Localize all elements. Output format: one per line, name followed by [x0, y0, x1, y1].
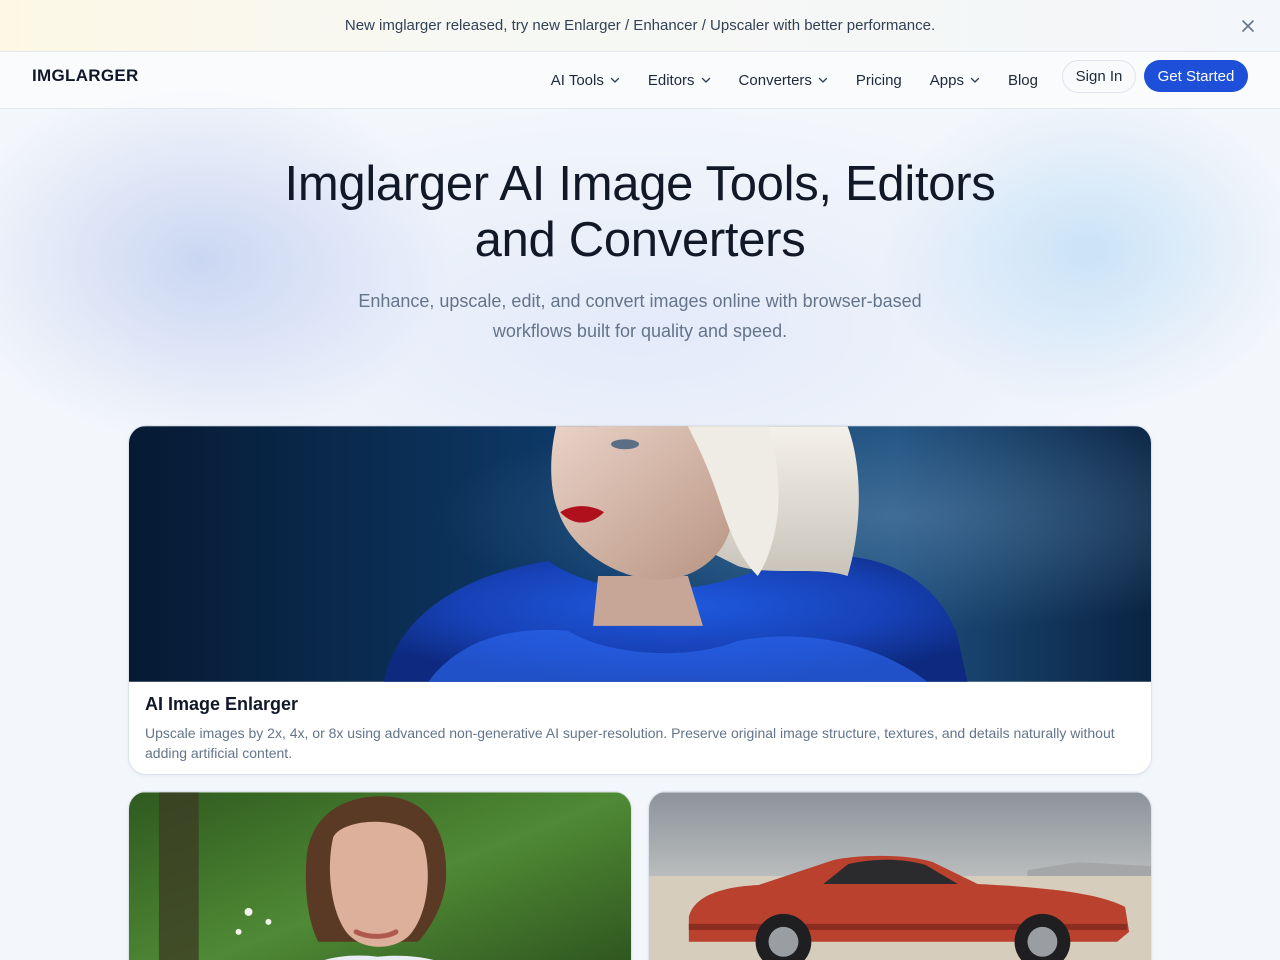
nav-item-converters[interactable]: Converters [739, 72, 828, 89]
card-image-woman-portrait [129, 792, 631, 960]
nav-item-label: Editors [647, 71, 695, 89]
card-image-red-car [649, 792, 1151, 960]
get-started-button[interactable]: Get Started [1144, 60, 1248, 92]
nav-links: AI Tools Editors Converters Pricing Apps… [551, 52, 1038, 108]
card-title: AI Image Enlarger [145, 694, 299, 714]
nav-item-pricing[interactable]: Pricing [856, 72, 902, 89]
page-title-line-1: Imglarger AI Image Tools, Editors [284, 157, 996, 211]
close-icon[interactable] [1238, 16, 1258, 36]
chevron-down-icon [970, 75, 980, 85]
nav-item-label: Converters [738, 71, 812, 89]
announcement-bar: New imglarger released, try new Enlarger… [0, 0, 1280, 52]
chevron-down-icon [818, 75, 828, 85]
tool-card-3[interactable] [648, 791, 1152, 960]
sign-in-button[interactable]: Sign In [1062, 60, 1136, 93]
nav-item-editors[interactable]: Editors [648, 72, 711, 89]
nav-item-blog[interactable]: Blog [1008, 72, 1038, 89]
page-title: Imglarger AI Image Tools, Editors and Co… [240, 156, 1040, 268]
nav-item-label: AI Tools [550, 71, 604, 89]
page: New imglarger released, try new Enlarger… [0, 0, 1280, 960]
nav-item-ai-tools[interactable]: AI Tools [551, 72, 620, 89]
nav-item-label: Blog [1007, 71, 1038, 89]
chevron-down-icon [610, 75, 620, 85]
tool-card-2[interactable] [128, 791, 632, 960]
chevron-down-icon [701, 75, 711, 85]
top-nav: IMGLARGER AI Tools Editors Converters Pr… [0, 52, 1280, 109]
card-image-portrait [129, 426, 1151, 682]
page-title-line-2: and Converters [474, 213, 806, 267]
nav-item-label: Pricing [855, 71, 902, 89]
nav-item-apps[interactable]: Apps [930, 72, 980, 89]
tool-card-ai-image-enlarger[interactable]: AI Image Enlarger Upscale images by 2x, … [128, 425, 1152, 775]
page-subtitle-line-1: Enhance, upscale, edit, and convert imag… [358, 291, 922, 311]
nav-item-label: Apps [929, 71, 964, 89]
page-subtitle-line-2: workflows built for quality and speed. [492, 321, 788, 341]
page-subtitle: Enhance, upscale, edit, and convert imag… [330, 286, 950, 346]
announcement-text: New imglarger released, try new Enlarger… [344, 17, 936, 34]
card-description: Upscale images by 2x, 4x, or 8x using ad… [145, 725, 1115, 761]
logo[interactable]: IMGLARGER [32, 66, 139, 86]
